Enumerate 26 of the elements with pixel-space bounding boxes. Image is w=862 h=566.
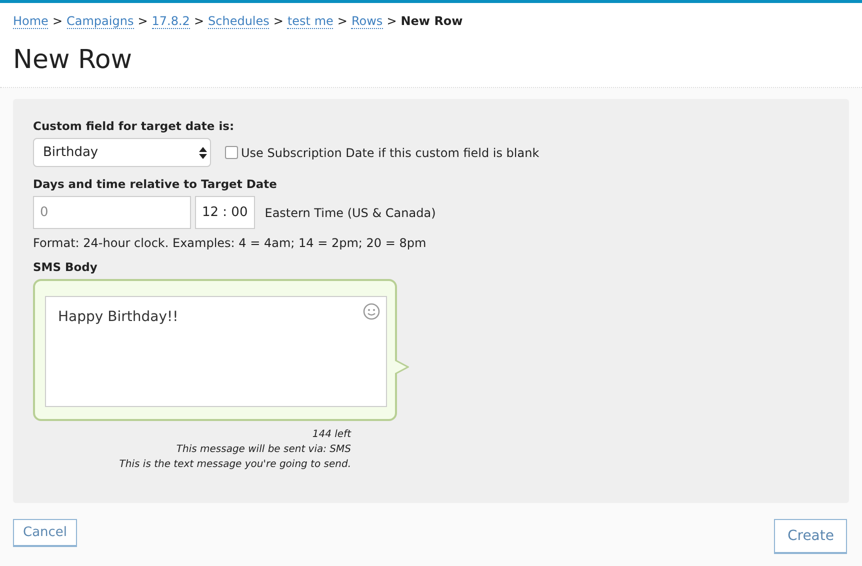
- field-label: Custom field for target date is:: [33, 119, 236, 133]
- timezone-text: Eastern Time (US & Canada): [264, 206, 436, 220]
- breadcrumb-separator: >: [337, 14, 348, 28]
- cancel-button[interactable]: Cancel: [13, 519, 78, 547]
- page-title: New Row: [0, 29, 862, 88]
- breadcrumb-separator: >: [138, 14, 148, 28]
- sent-via-text: This message will be sent via: SMS: [176, 443, 351, 457]
- time-input[interactable]: 12 : 00: [195, 196, 255, 229]
- days-input[interactable]: 0: [33, 196, 191, 229]
- breadcrumb-separator: >: [273, 14, 284, 28]
- breadcrumb-separator: >: [52, 14, 62, 28]
- breadcrumb-separator: >: [386, 14, 397, 28]
- select-arrows-icon: [199, 146, 207, 158]
- sms-body-field[interactable]: Happy Birthday!!: [45, 296, 387, 407]
- smiley-icon[interactable]: [363, 303, 380, 320]
- custom-field-select[interactable]: Birthday: [33, 138, 211, 167]
- format-hint: Format: 24-hour clock. Examples: 4 = 4am; 14 = 2pm; 20 = 8pm: [33, 236, 428, 250]
- field-label: Days and time relative to Target Date: [33, 177, 278, 191]
- checkbox-label: Use Subscription Date if this custom field is blank: [241, 146, 540, 160]
- create-button[interactable]: Create: [774, 519, 847, 554]
- checkbox[interactable]: [225, 146, 238, 159]
- chars-left-text: 144 left: [312, 428, 351, 442]
- field-label: SMS Body: [33, 260, 98, 274]
- breadcrumb-separator: >: [194, 14, 204, 28]
- breadcrumb-current: New Row: [400, 14, 463, 28]
- note-text: This is the text message you're going to send.: [119, 458, 351, 472]
